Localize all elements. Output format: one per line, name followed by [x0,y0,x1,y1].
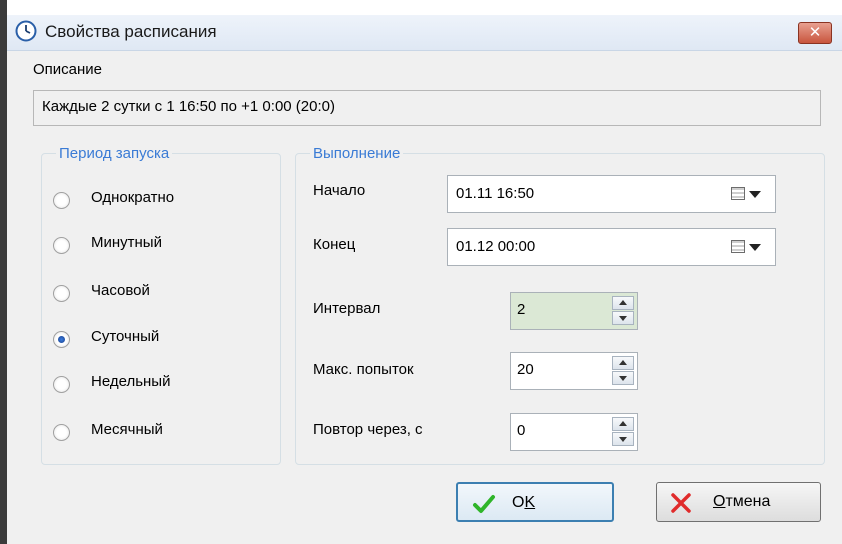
interval-label: Интервал [313,300,381,317]
ok-button[interactable]: OK [456,482,614,522]
radio-label: Однократно [91,189,175,206]
retry-value: 0 [517,422,526,439]
execution-group-title: Выполнение [313,145,401,162]
spin-down-icon[interactable] [612,371,634,385]
spin-up-icon[interactable] [612,296,634,310]
period-group-title: Период запуска [59,145,170,162]
retry-label: Повтор через, с [313,421,423,438]
start-datetime-picker[interactable]: 01.11 16:50 [447,175,776,213]
radio-button[interactable] [53,424,70,441]
start-calendar-dropdown[interactable] [731,186,765,203]
radio-button[interactable] [53,192,70,209]
radio-label: Недельный [91,373,171,390]
radio-button[interactable] [53,376,70,393]
cancel-button[interactable]: Отмена [656,482,821,522]
cancel-label-rest: тмена [725,493,771,510]
ok-label-mnemonic: O [512,494,525,511]
max-attempts-label: Макс. попыток [313,361,414,378]
window-title: Свойства расписания [45,22,217,41]
end-datetime-picker[interactable]: 01.12 00:00 [447,228,776,266]
close-icon: ✕ [808,24,822,41]
radio-label: Минутный [91,234,162,251]
spin-up-icon[interactable] [612,417,634,431]
cancel-label-mnemonic: О [713,493,726,510]
spin-buttons [612,356,634,386]
clock-icon [15,20,37,42]
spin-down-icon[interactable] [612,432,634,446]
spin-down-icon[interactable] [612,311,634,325]
check-icon [473,495,495,513]
dialog-window: Свойства расписания ✕ Описание Каждые 2 … [0,0,842,544]
radio-label: Часовой [91,282,150,299]
retry-stepper[interactable]: 0 [510,413,638,451]
interval-stepper[interactable]: 2 [510,292,638,330]
max-attempts-value: 20 [517,361,534,378]
calendar-icon [731,240,745,253]
start-value: 01.11 16:50 [456,185,535,202]
chevron-down-icon [749,244,761,251]
description-label: Описание [33,61,103,78]
title-bar[interactable]: Свойства расписания ✕ [7,15,842,51]
spin-up-icon[interactable] [612,356,634,370]
radio-label: Месячный [91,421,163,438]
ok-label: OK [512,494,535,512]
end-calendar-dropdown[interactable] [731,239,765,256]
chevron-down-icon [749,191,761,198]
description-field[interactable]: Каждые 2 сутки с 1 16:50 по +1 0:00 (20:… [33,90,821,126]
ok-label-rest: K [524,494,536,511]
radio-label: Суточный [91,328,160,345]
radio-button[interactable] [53,285,70,302]
interval-value: 2 [517,301,526,318]
spin-buttons [612,296,634,326]
max-attempts-stepper[interactable]: 20 [510,352,638,390]
close-x-icon [671,493,691,513]
end-value: 01.12 00:00 [456,238,536,255]
window-edge [0,0,7,544]
end-label: Конец [313,236,356,253]
radio-button-selected[interactable] [53,331,70,348]
spin-buttons [612,417,634,447]
description-value: Каждые 2 сутки с 1 16:50 по +1 0:00 (20:… [42,98,335,115]
close-button[interactable]: ✕ [798,22,832,44]
calendar-icon [731,187,745,200]
radio-button[interactable] [53,237,70,254]
start-label: Начало [313,182,366,199]
cancel-label: Отмена [713,493,770,511]
